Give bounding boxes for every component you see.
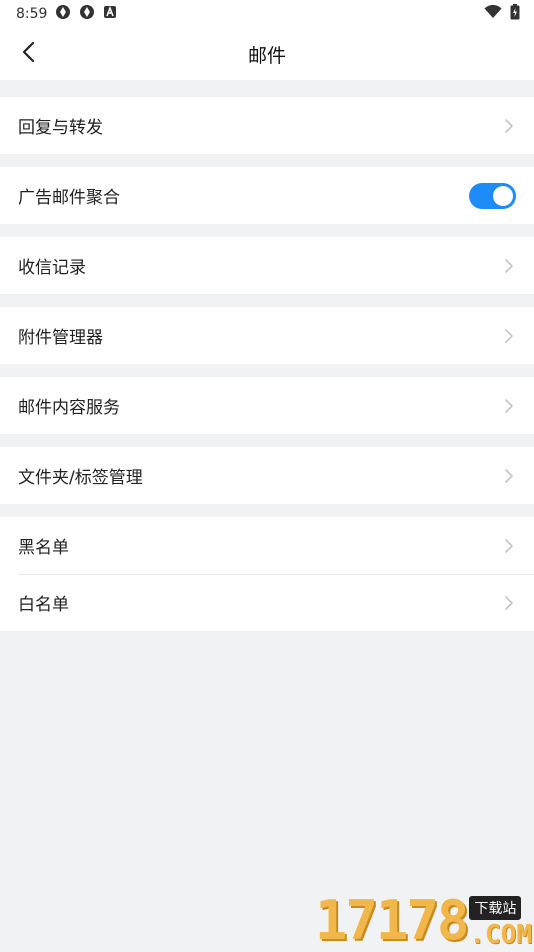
settings-group-attachment: 附件管理器 — [0, 307, 534, 364]
chevron-right-icon — [502, 258, 516, 273]
chevron-right-icon — [502, 118, 516, 133]
settings-group-ad: 广告邮件聚合 — [0, 167, 534, 224]
status-right — [484, 4, 520, 24]
row-label-whitelist: 白名单 — [18, 595, 69, 615]
status-time: 8:59 — [16, 6, 48, 22]
watermark-domain: .COM — [469, 920, 532, 950]
row-content-service[interactable]: 邮件内容服务 — [0, 377, 534, 434]
chevron-right-icon — [502, 538, 516, 553]
battery-icon — [510, 4, 520, 24]
app-notification-icon — [79, 4, 95, 24]
watermark-side: 下载站 .COM — [469, 896, 532, 948]
row-label-blacklist: 黑名单 — [18, 538, 69, 558]
wifi-icon — [484, 4, 502, 23]
row-label-folder-tag-manage: 文件夹/标签管理 — [18, 468, 143, 488]
toggle-knob — [493, 185, 513, 206]
status-bar: 8:59 — [0, 0, 534, 28]
row-ad-aggregation: 广告邮件聚合 — [0, 167, 534, 224]
back-button[interactable] — [12, 38, 44, 70]
row-attachment-manager[interactable]: 附件管理器 — [0, 307, 534, 364]
site-watermark: 17178 下载站 .COM — [314, 889, 532, 952]
nav-bar: 邮件 — [0, 28, 534, 80]
row-whitelist[interactable]: 白名单 — [0, 574, 534, 631]
app-notification-icon — [55, 4, 71, 24]
status-left: 8:59 — [16, 4, 117, 24]
settings-group-folder: 文件夹/标签管理 — [0, 447, 534, 504]
row-receipt-records[interactable]: 收信记录 — [0, 237, 534, 294]
chevron-right-icon — [502, 398, 516, 413]
row-folder-tag-manage[interactable]: 文件夹/标签管理 — [0, 447, 534, 504]
watermark-badge: 下载站 — [469, 896, 522, 920]
chevron-left-icon — [21, 41, 35, 67]
chevron-right-icon — [502, 595, 516, 610]
chevron-right-icon — [502, 328, 516, 343]
row-label-attachment-manager: 附件管理器 — [18, 328, 103, 348]
row-label-receipt-records: 收信记录 — [18, 258, 86, 278]
page-title: 邮件 — [247, 44, 286, 67]
watermark-digits: 17178 — [314, 889, 470, 952]
a-letter-icon — [103, 5, 117, 23]
row-label-ad-aggregation: 广告邮件聚合 — [18, 188, 120, 208]
chevron-right-icon — [502, 468, 516, 483]
settings-group-records: 收信记录 — [0, 237, 534, 294]
settings-group-reply: 回复与转发 — [0, 97, 534, 154]
row-blacklist[interactable]: 黑名单 — [0, 517, 534, 574]
ad-aggregation-toggle[interactable] — [469, 182, 516, 209]
row-reply-forward[interactable]: 回复与转发 — [0, 97, 534, 154]
settings-group-content: 邮件内容服务 — [0, 377, 534, 434]
row-label-content-service: 邮件内容服务 — [18, 398, 120, 418]
settings-group-lists: 黑名单 白名单 — [0, 517, 534, 631]
row-label-reply-forward: 回复与转发 — [18, 118, 103, 138]
